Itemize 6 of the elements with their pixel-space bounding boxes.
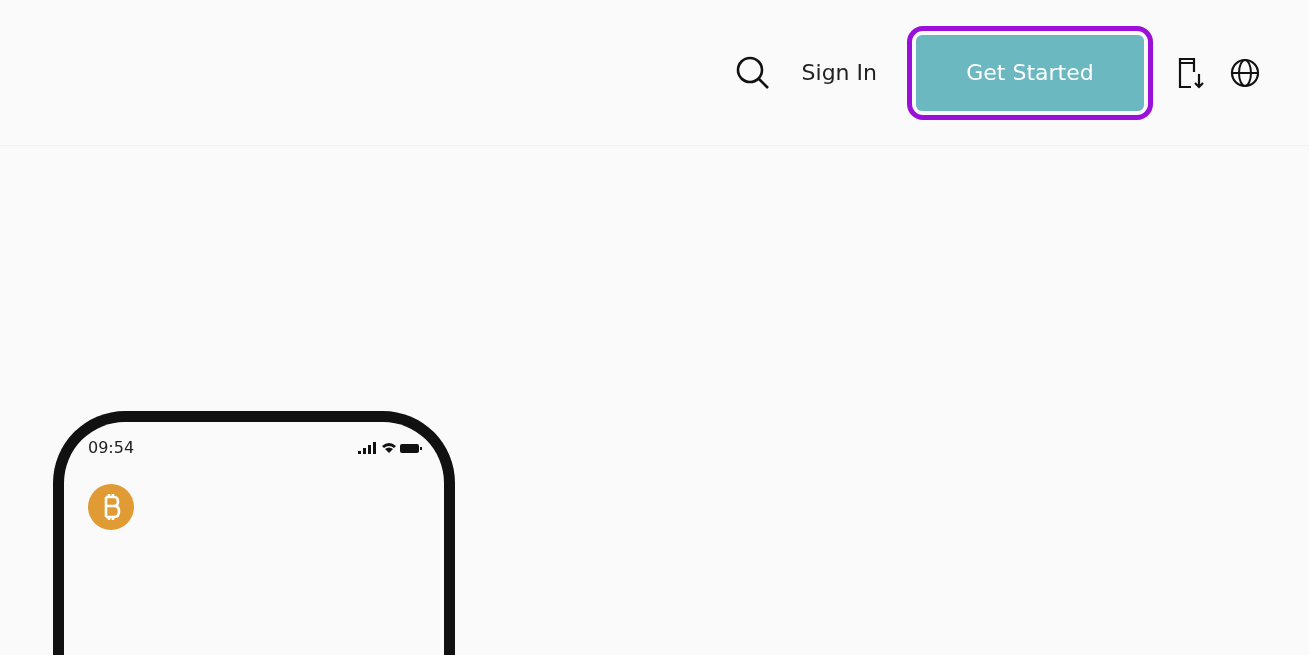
sign-in-link[interactable]: Sign In (795, 52, 883, 93)
status-time: 09:54 (88, 437, 135, 459)
coin-icon (88, 484, 134, 530)
phone-download-icon (1177, 55, 1205, 90)
status-icons-drawing (358, 441, 422, 455)
globe-icon (1229, 56, 1261, 89)
